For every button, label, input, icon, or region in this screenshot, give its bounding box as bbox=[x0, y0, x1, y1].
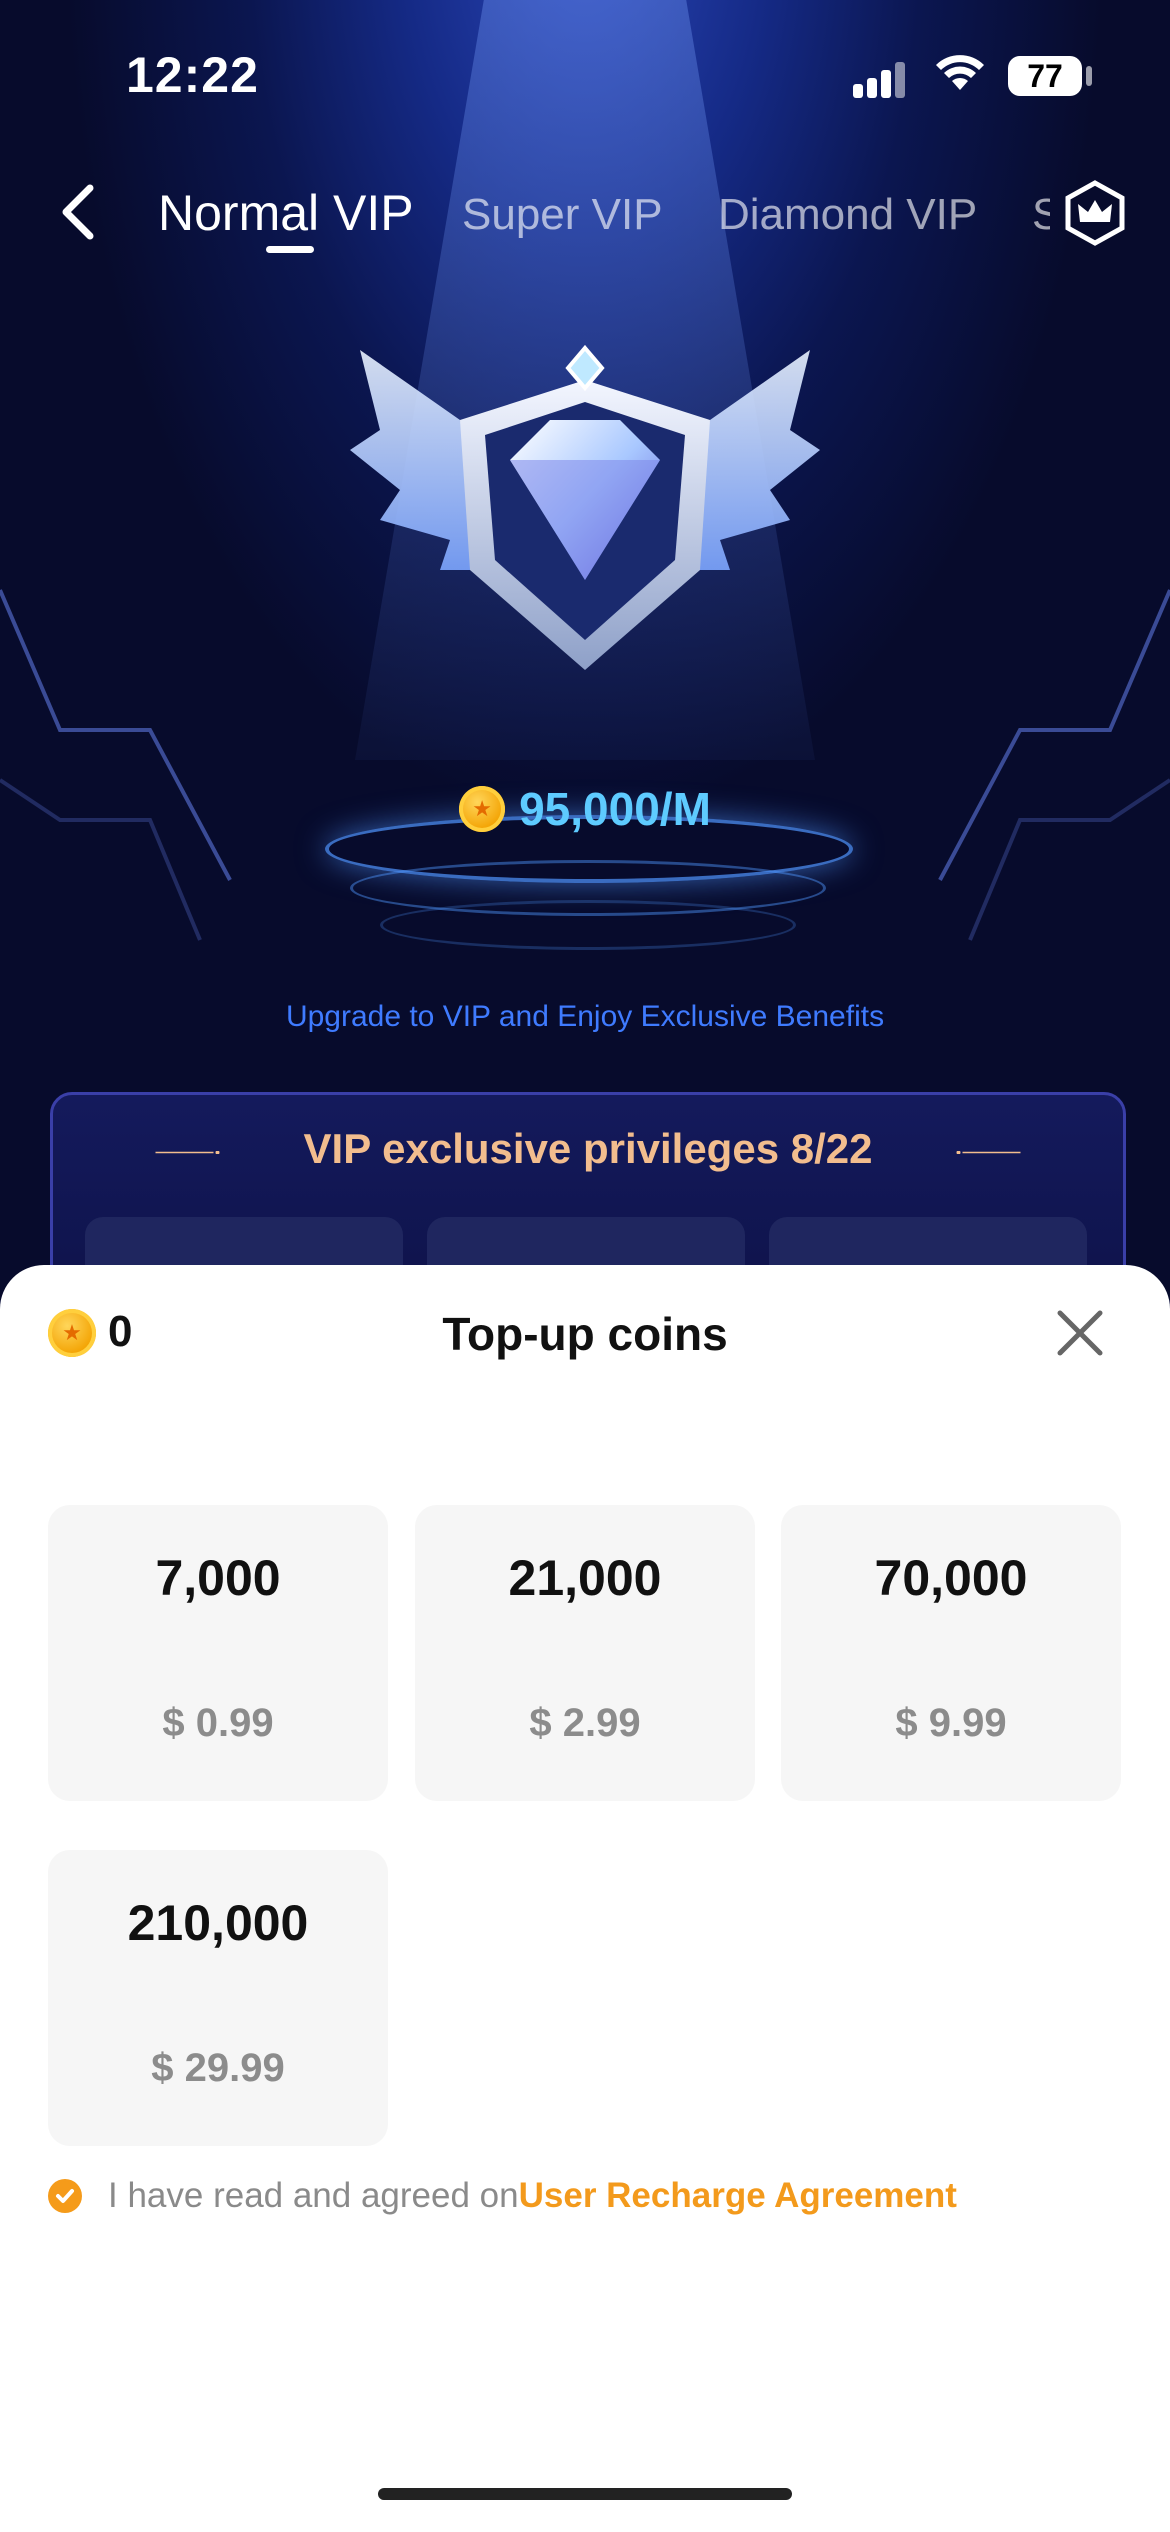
package-price: $ 0.99 bbox=[162, 1701, 274, 1745]
battery-icon: 77 bbox=[1008, 56, 1082, 96]
active-tab-indicator bbox=[266, 246, 314, 253]
signal-icon bbox=[853, 58, 913, 98]
check-icon[interactable] bbox=[48, 2179, 82, 2213]
status-time: 12:22 bbox=[126, 47, 259, 103]
tab-diamond-vip[interactable]: Diamond VIP bbox=[718, 190, 977, 240]
tab-super-vip[interactable]: Super VIP bbox=[462, 190, 663, 240]
sheet-title: Top-up coins bbox=[442, 1308, 728, 1360]
close-icon[interactable] bbox=[1052, 1305, 1108, 1361]
coin-package[interactable]: 7,000 $ 0.99 bbox=[48, 1505, 388, 1801]
vip-price: ★ 95,000/M bbox=[0, 782, 1170, 836]
privileges-title: VIP exclusive privileges 8/22 bbox=[303, 1125, 873, 1172]
vip-price-value: 95,000/M bbox=[519, 783, 711, 835]
package-price: $ 9.99 bbox=[895, 1701, 1007, 1745]
tab-next-partial[interactable]: S bbox=[1032, 190, 1050, 240]
package-coins: 210,000 bbox=[127, 1895, 309, 1951]
home-indicator[interactable] bbox=[378, 2488, 792, 2500]
agreement-text: I have read and agreed on bbox=[108, 2176, 519, 2215]
status-bar: 12:22 77 bbox=[0, 0, 1170, 150]
agreement-row: I have read and agreed on User Recharge … bbox=[48, 2176, 957, 2216]
package-coins: 70,000 bbox=[874, 1550, 1028, 1606]
pedestal-ring bbox=[380, 900, 796, 950]
coin-icon: ★ bbox=[459, 786, 506, 832]
top-up-sheet: ★ 0 Top-up coins 7,000 $ 0.99 21,000 $ 2… bbox=[0, 1265, 1170, 2532]
package-price: $ 29.99 bbox=[151, 2046, 285, 2090]
tab-normal-vip[interactable]: Normal VIP bbox=[158, 184, 414, 242]
agreement-link[interactable]: User Recharge Agreement bbox=[519, 2176, 957, 2216]
diamond-emblem-icon bbox=[350, 344, 820, 670]
package-coins: 7,000 bbox=[155, 1550, 281, 1606]
vip-tab-bar: Normal VIP Super VIP Diamond VIP S bbox=[0, 170, 1170, 270]
divider-right bbox=[956, 1151, 1021, 1154]
coin-package[interactable]: 210,000 $ 29.99 bbox=[48, 1850, 388, 2146]
wifi-icon bbox=[936, 55, 984, 90]
package-coins: 21,000 bbox=[508, 1550, 662, 1606]
package-price: $ 2.99 bbox=[529, 1701, 641, 1745]
upgrade-text: Upgrade to VIP and Enjoy Exclusive Benef… bbox=[285, 1000, 885, 1033]
back-chevron-icon[interactable] bbox=[52, 180, 112, 240]
battery-cap bbox=[1086, 66, 1092, 86]
coin-package[interactable]: 70,000 $ 9.99 bbox=[781, 1505, 1121, 1801]
coin-package[interactable]: 21,000 $ 2.99 bbox=[415, 1505, 755, 1801]
crown-icon[interactable] bbox=[1062, 180, 1128, 246]
